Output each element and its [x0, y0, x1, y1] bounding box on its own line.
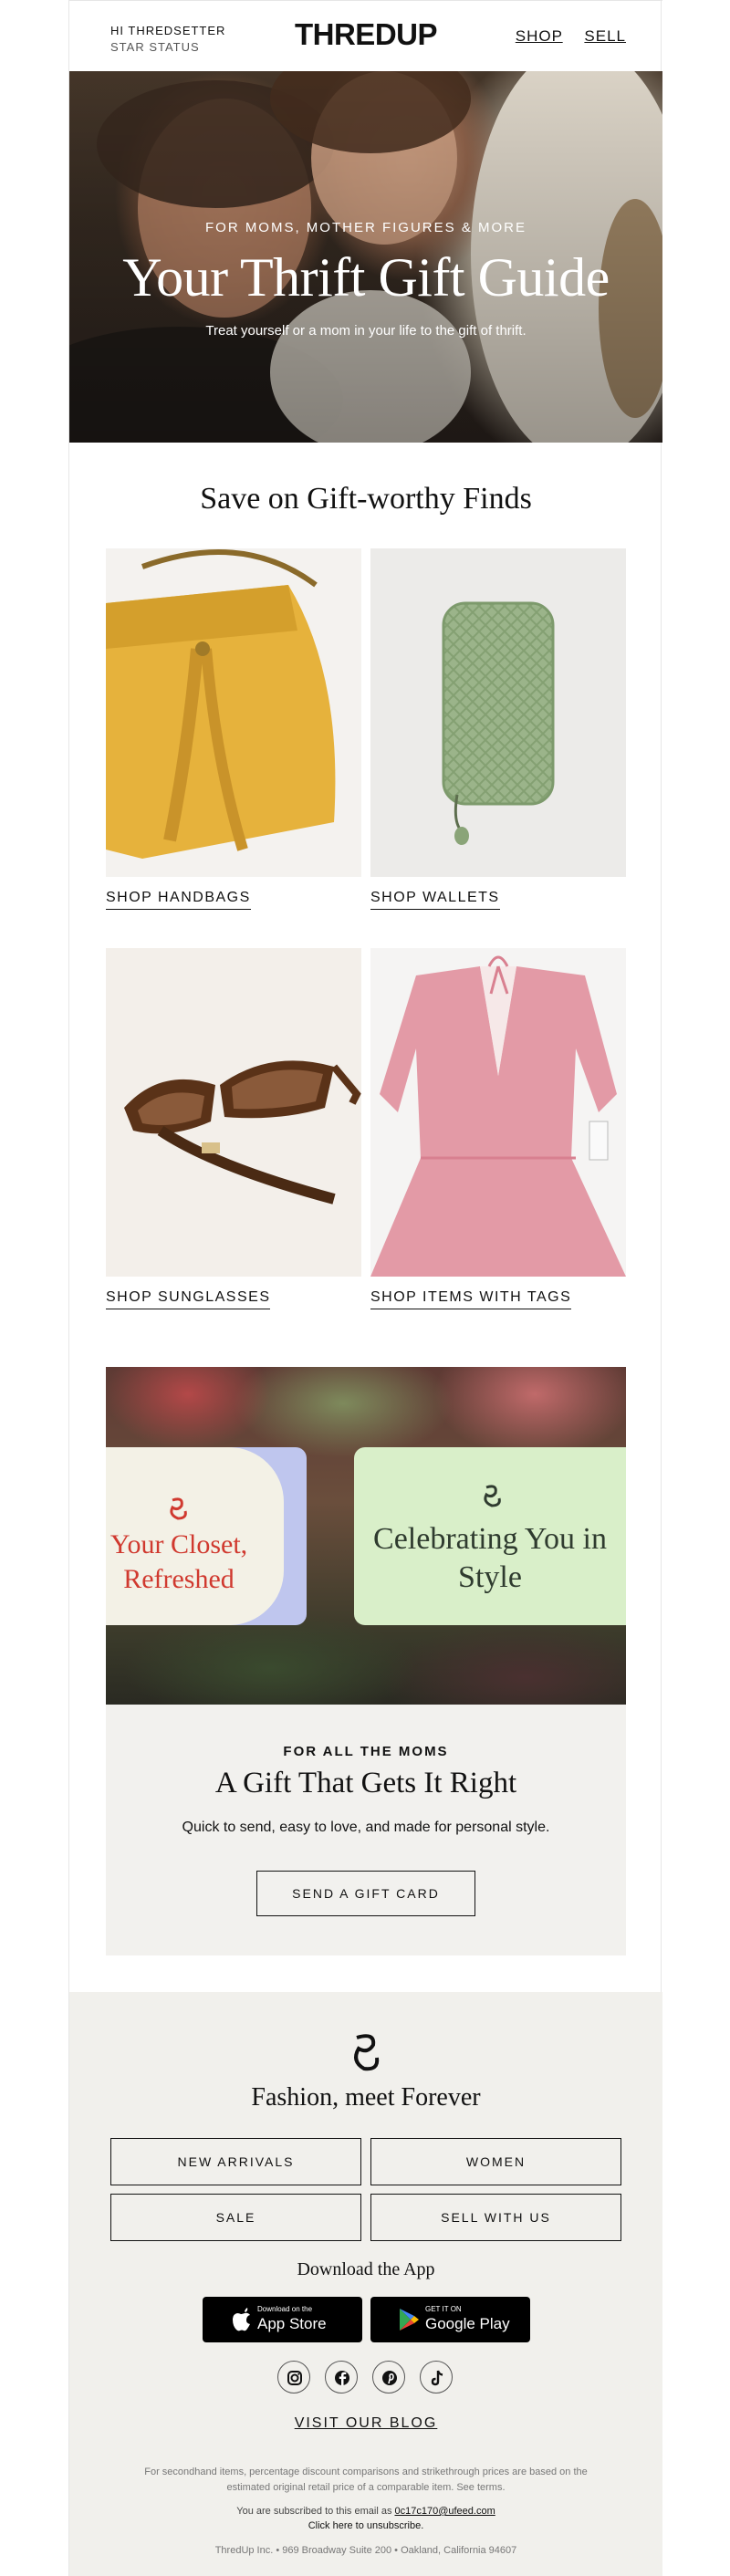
visit-blog-link[interactable]: VISIT OUR BLOG [69, 2415, 662, 2432]
download-app-heading: Download the App [297, 2259, 435, 2279]
pink-dress-illustration [370, 955, 626, 1277]
tile-wallets[interactable]: SHOP WALLETS [370, 548, 626, 910]
hero-subtitle: Treat yourself or a mom in your life to … [205, 323, 527, 339]
unsubscribe-link[interactable]: Click here to unsubscribe. [308, 2520, 424, 2531]
shop-items-with-tags-link[interactable]: SHOP ITEMS WITH TAGS [370, 1289, 572, 1309]
google-play-big: Google Play [425, 2315, 510, 2332]
send-gift-card-button[interactable]: SEND A GIFT CARD [256, 1871, 475, 1916]
tile-items-with-tags[interactable]: SHOP ITEMS WITH TAGS [370, 948, 626, 1309]
email-header: HI THREDSETTER STAR STATUS THREDUP SHOP … [69, 0, 662, 71]
legal-disclaimer: For secondhand items, percentage discoun… [144, 2466, 588, 2493]
hero-banner[interactable]: FOR MOMS, MOTHER FIGURES & MORE Your Thr… [69, 71, 662, 443]
header-nav: SHOP SELL [499, 27, 626, 46]
subscription-notice: You are subscribed to this email as 0c17… [69, 2504, 662, 2533]
app-store-small: Download on the [257, 2305, 313, 2313]
nav-shop-link[interactable]: SHOP [516, 27, 563, 45]
sunglasses-illustration [124, 1060, 361, 1205]
gift-card-section: Your Closet, Refreshed Celebrating You i… [106, 1367, 626, 1955]
company-address: ThredUp Inc. • 969 Broadway Suite 200 • … [214, 2545, 517, 2556]
email-container: HI THREDSETTER STAR STATUS THREDUP SHOP … [68, 0, 662, 2576]
thredup-mark-icon [484, 1485, 501, 1507]
gift-card-description: Quick to send, easy to love, and made fo… [182, 1820, 550, 1835]
gift-card-closet-refreshed: Your Closet, Refreshed [106, 1447, 307, 1625]
app-store-badge[interactable]: Download on the App Store [203, 2297, 362, 2342]
google-play-small: GET IT ON [425, 2305, 462, 2313]
facebook-icon[interactable] [325, 2361, 358, 2393]
apple-icon [233, 2308, 250, 2331]
hero-title: Your Thrift Gift Guide [122, 247, 610, 308]
footer-tagline: Fashion, meet Forever [251, 2083, 481, 2112]
gift-card-kicker: FOR ALL THE MOMS [283, 1744, 449, 1759]
card1-text: Your Closet, Refreshed [110, 1529, 248, 1594]
tiktok-icon[interactable] [420, 2361, 453, 2393]
gift-card-photo[interactable]: Your Closet, Refreshed Celebrating You i… [106, 1367, 626, 1705]
women-button[interactable]: WOMEN [370, 2138, 621, 2185]
shop-wallets-link[interactable]: SHOP WALLETS [370, 890, 500, 910]
visit-blog-text[interactable]: VISIT OUR BLOG [295, 2415, 438, 2431]
sell-with-us-button[interactable]: SELL WITH US [370, 2194, 621, 2241]
subscriber-email-link[interactable]: 0c17c170@ufeed.com [395, 2506, 495, 2517]
wallet-illustration [442, 601, 555, 845]
gift-card-celebrating-you: Celebrating You in Style [354, 1447, 626, 1625]
subscribed-prefix: You are subscribed to this email as [236, 2506, 395, 2517]
new-arrivals-button[interactable]: NEW ARRIVALS [110, 2138, 361, 2185]
sale-button[interactable]: SALE [110, 2194, 361, 2241]
hero-pretitle: FOR MOMS, MOTHER FIGURES & MORE [204, 220, 527, 235]
thredup-mark-icon [170, 1497, 187, 1520]
tile-handbags[interactable]: SHOP HANDBAGS [106, 548, 361, 910]
gift-card-title: A Gift That Gets It Right [214, 1767, 517, 1799]
app-store-big: App Store [257, 2315, 327, 2332]
thredup-mark-icon [354, 2034, 380, 2071]
sunglasses-image[interactable] [106, 948, 361, 1277]
finds-section-title: Save on Gift-worthy Finds [200, 482, 532, 516]
nav-sell-link[interactable]: SELL [584, 27, 626, 45]
yellow-handbag-image[interactable] [106, 548, 361, 877]
pink-dress-image[interactable] [370, 948, 626, 1277]
email-footer: Fashion, meet Forever NEW ARRIVALS WOMEN… [69, 1992, 662, 2576]
google-play-icon [400, 2309, 419, 2331]
shop-sunglasses-link[interactable]: SHOP SUNGLASSES [106, 1289, 271, 1309]
shop-handbags-link[interactable]: SHOP HANDBAGS [106, 890, 251, 910]
green-wallet-image[interactable] [370, 548, 626, 877]
pinterest-icon[interactable] [372, 2361, 405, 2393]
tile-sunglasses[interactable]: SHOP SUNGLASSES [106, 948, 361, 1309]
google-play-badge[interactable]: GET IT ON Google Play [370, 2297, 530, 2342]
instagram-icon[interactable] [277, 2361, 310, 2393]
card2-text: Celebrating You in Style [373, 1522, 607, 1594]
handbag-illustration [106, 549, 336, 859]
